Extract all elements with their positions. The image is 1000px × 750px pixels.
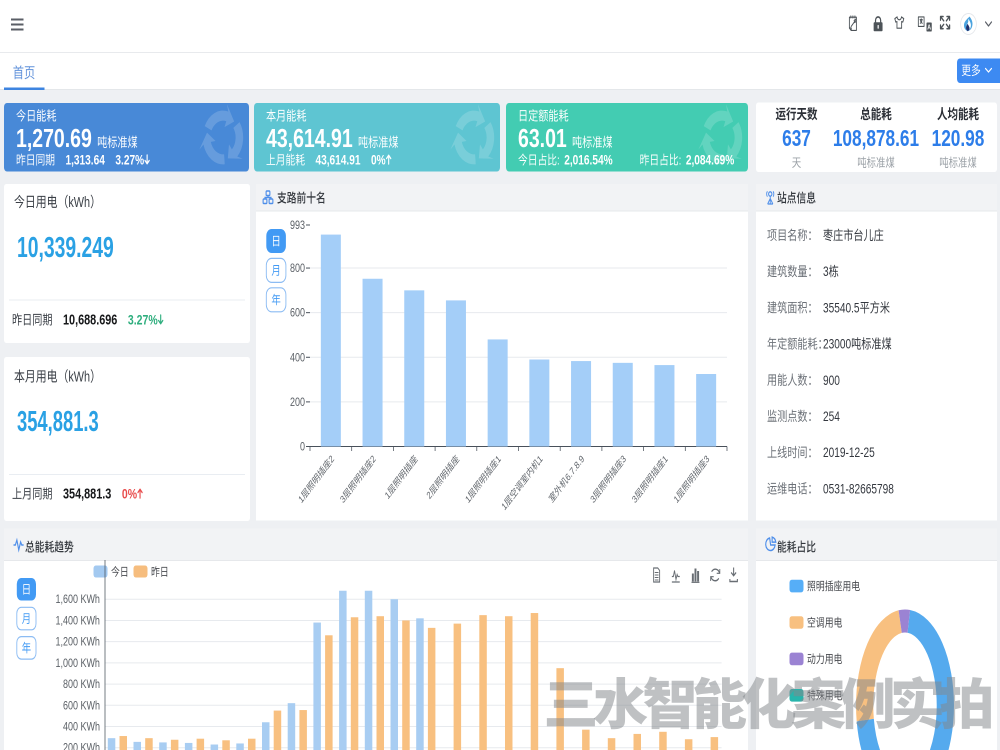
svg-text:3.27%: 3.27% bbox=[115, 152, 144, 168]
svg-text::: : bbox=[679, 154, 682, 168]
svg-text:23000: 23000 bbox=[823, 336, 851, 352]
svg-text::: : bbox=[557, 154, 560, 168]
svg-text:800 KWh: 800 KWh bbox=[63, 678, 100, 692]
svg-text:10,688.696: 10,688.696 bbox=[63, 311, 117, 328]
svg-text:43,614.91: 43,614.91 bbox=[316, 152, 361, 168]
svg-text:108,878.61: 108,878.61 bbox=[833, 127, 919, 152]
svg-text:1,200 KWh: 1,200 KWh bbox=[55, 635, 100, 649]
svg-text:kWh: kWh bbox=[68, 193, 90, 210]
svg-text:800: 800 bbox=[290, 262, 305, 276]
svg-text:0531-82665798: 0531-82665798 bbox=[823, 481, 894, 497]
svg-text:900: 900 bbox=[823, 372, 840, 388]
svg-text:2019-12-25: 2019-12-25 bbox=[823, 445, 875, 461]
svg-text:600 KWh: 600 KWh bbox=[63, 699, 100, 713]
svg-text:1,313.64: 1,313.64 bbox=[65, 152, 105, 168]
svg-text:200: 200 bbox=[290, 396, 305, 410]
svg-text:43,614.91: 43,614.91 bbox=[266, 123, 353, 152]
svg-text:354,881.3: 354,881.3 bbox=[63, 485, 111, 502]
svg-text:1,400 KWh: 1,400 KWh bbox=[55, 614, 100, 628]
svg-text:3.27%: 3.27% bbox=[128, 312, 158, 328]
svg-text:637: 637 bbox=[782, 127, 811, 152]
svg-text:993: 993 bbox=[290, 219, 305, 233]
svg-text:A: A bbox=[927, 24, 931, 32]
svg-text:200 KWh: 200 KWh bbox=[63, 742, 100, 750]
svg-text:35540.5: 35540.5 bbox=[823, 300, 860, 316]
svg-text:0%: 0% bbox=[122, 486, 137, 502]
svg-text:400: 400 bbox=[290, 351, 305, 365]
svg-text:400 KWh: 400 KWh bbox=[63, 720, 100, 734]
svg-text:254: 254 bbox=[823, 409, 840, 425]
svg-text:120.98: 120.98 bbox=[932, 127, 985, 152]
svg-text:1,600 KWh: 1,600 KWh bbox=[55, 593, 100, 607]
svg-text:2,016.54%: 2,016.54% bbox=[564, 152, 613, 168]
svg-text:1,000 KWh: 1,000 KWh bbox=[55, 657, 100, 671]
svg-text:1,270.69: 1,270.69 bbox=[16, 123, 92, 152]
svg-text:63.01: 63.01 bbox=[518, 123, 567, 152]
svg-text:10,339.249: 10,339.249 bbox=[17, 232, 114, 264]
svg-text:kWh: kWh bbox=[68, 368, 90, 385]
svg-text:0: 0 bbox=[300, 440, 305, 454]
svg-text:3: 3 bbox=[823, 264, 829, 280]
svg-text:354,881.3: 354,881.3 bbox=[17, 406, 99, 438]
svg-text:0%: 0% bbox=[371, 152, 386, 168]
svg-text:600: 600 bbox=[290, 306, 305, 320]
